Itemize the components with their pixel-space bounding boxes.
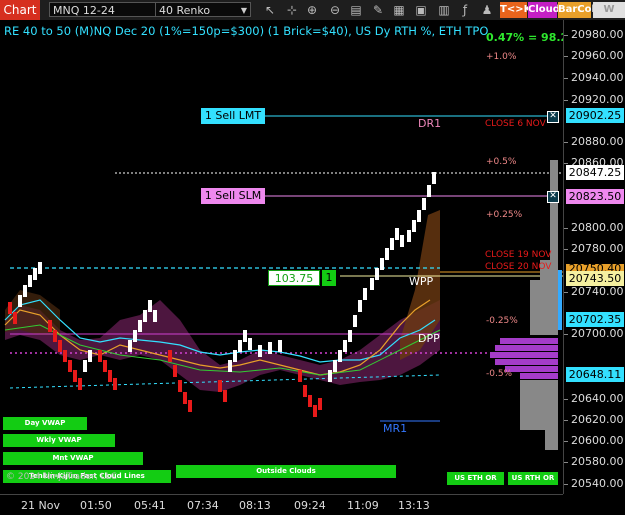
level-wpp: WPP [409,275,434,288]
price-tick: 20940.00 [564,71,624,84]
price-tick: 20980.00 [564,28,624,41]
sell-slm-order[interactable]: 1 Sell SLM [201,188,265,204]
level-close6: CLOSE 6 NOV [485,119,546,129]
time-tick: 11:09 [347,499,379,512]
chart-title: RE 40 to 50 (M)NQ Dec 20 (1%=150p=$300) … [4,24,489,38]
chart-toolbar: Chart MNQ 12-24 ▼ 40 Renko ▼ ↖ ⊹ ⊕ ⊖ ▤ ✎… [0,0,625,31]
cursor-icon[interactable]: ↖ [262,2,278,18]
price-tick: 20800.00 [564,221,624,234]
level-minus05: -0.5% [486,369,513,379]
position-pnl[interactable]: 103.75 [268,270,320,286]
chart-tab[interactable]: Chart [0,0,40,20]
time-tick: 09:24 [294,499,326,512]
properties-icon[interactable]: ▤ [348,2,364,18]
price-tick: 20540.00 [564,477,624,490]
price-tick: 20620.00 [564,413,624,426]
level-dpp: DPP [418,332,440,345]
level-plus025: +0.25% [486,210,523,220]
price-tag-sell-slm: 20823.50 [566,189,624,204]
price-tick: 20880.00 [564,135,624,148]
price-tick: 20640.00 [564,392,624,405]
copyright-text: © 2024 NinjaTrader, LLC [6,472,117,482]
sell-lmt-order[interactable]: 1 Sell LMT [201,108,265,124]
us-rth-or-button[interactable]: US RTH OR [508,472,558,485]
time-tick: 08:13 [239,499,271,512]
time-axis[interactable]: 21 Nov 01:50 05:41 07:34 08:13 09:24 11:… [0,494,563,515]
outside-clouds-button[interactable]: Outside Clouds [176,465,396,478]
instrument-selector[interactable]: MNQ 12-24 ▼ [49,2,170,17]
crosshair-icon[interactable]: ⊹ [284,2,300,18]
price-tick: 20960.00 [564,49,624,62]
price-tick: 20580.00 [564,455,624,468]
level-close19: CLOSE 19 NOV [485,250,552,260]
position-qty[interactable]: 1 [322,270,336,286]
chart-template-icon[interactable]: ▦ [391,2,407,18]
price-tag-lower-vwap: 20648.11 [566,367,624,382]
price-tag-sell-lmt: 20902.25 [566,108,624,123]
chevron-down-icon: ▼ [240,6,247,15]
price-tag-current: 20847.25 [566,165,624,180]
price-tick: 20920.00 [564,93,624,106]
time-tick: 13:13 [398,499,430,512]
bar-type-label: 40 Renko [159,4,211,17]
cloud-button[interactable]: Cloud [528,2,560,18]
barcol-button[interactable]: BarCol [558,2,595,18]
price-tick: 20700.00 [564,327,624,340]
bar-type-selector[interactable]: 40 Renko ▼ [155,2,251,17]
price-tag-position: 20743.50 [566,271,624,286]
price-tick: 20740.00 [564,285,624,298]
instrument-label: MNQ 12-24 [53,4,115,17]
data-box-icon[interactable]: ▣ [413,2,429,18]
wkly-vwap-button[interactable]: Wkly VWAP [3,434,115,447]
mnt-vwap-button[interactable]: Mnt VWAP [3,452,143,465]
time-tick: 21 Nov [21,499,60,512]
level-plus05: +0.5% [486,157,517,167]
price-tick: 20600.00 [564,434,624,447]
close-order-icon[interactable]: ✕ [547,191,559,203]
zoom-in-icon[interactable]: ⊕ [304,2,320,18]
level-dr1: DR1 [418,117,442,130]
price-axis[interactable]: 20980.00 20960.00 20940.00 20920.00 2088… [563,20,625,494]
day-vwap-button[interactable]: Day VWAP [3,417,87,430]
time-tick: 05:41 [134,499,166,512]
zoom-out-icon[interactable]: ⊖ [327,2,343,18]
range-marker [558,270,562,330]
strategy-icon[interactable]: ♟ [479,2,495,18]
level-mr1: MR1 [383,422,408,435]
us-eth-or-button[interactable]: US ETH OR [447,472,504,485]
time-tick: 01:50 [80,499,112,512]
price-tag-vwap: 20702.35 [566,312,624,327]
indicator-icon[interactable]: ƒ [457,2,473,18]
tk-button[interactable]: T<>K [500,2,531,18]
level-plus1: +1.0% [486,52,517,62]
time-tick: 07:34 [187,499,219,512]
level-minus025: -0.25% [486,316,518,326]
vwap-button[interactable]: W VWAP [593,2,625,31]
close-order-icon[interactable]: ✕ [547,111,559,123]
drawing-tools-icon[interactable]: ✎ [370,2,386,18]
price-tick: 20780.00 [564,242,624,255]
bar-panel-icon[interactable]: ▥ [436,2,452,18]
level-close20: CLOSE 20 NOV [485,262,552,272]
